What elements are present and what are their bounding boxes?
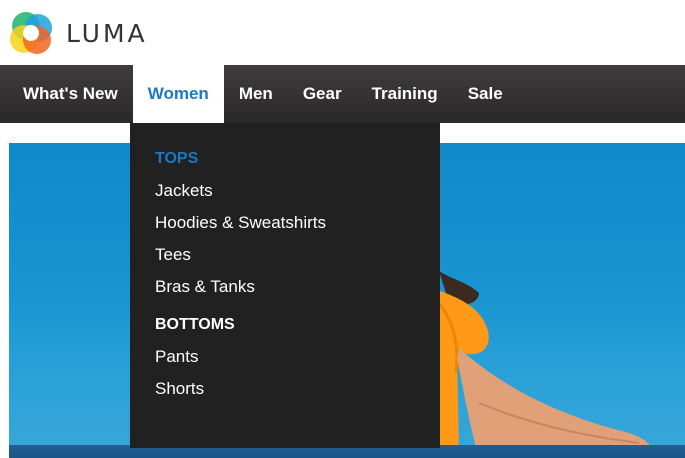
menu-link-jackets[interactable]: Jackets [155, 175, 440, 207]
brand-name: LUMA [66, 18, 148, 48]
tops-heading-link[interactable]: TOPS [155, 149, 440, 169]
nav-item-men[interactable]: Men [224, 65, 288, 123]
bottoms-heading-link[interactable]: BOTTOMS [155, 315, 440, 335]
menu-link-pants[interactable]: Pants [155, 341, 440, 373]
nav-item-training[interactable]: Training [357, 65, 453, 123]
menu-link-shorts[interactable]: Shorts [155, 373, 440, 405]
header: LUMA [0, 0, 685, 65]
nav-item-women[interactable]: Women [132, 65, 224, 123]
menu-link-bras-tanks[interactable]: Bras & Tanks [155, 271, 440, 303]
nav-item-gear[interactable]: Gear [288, 65, 357, 123]
logo-link[interactable]: LUMA [8, 10, 148, 56]
women-dropdown-menu: TOPS Jackets Hoodies & Sweatshirts Tees … [130, 123, 440, 448]
menu-link-hoodies-sweatshirts[interactable]: Hoodies & Sweatshirts [155, 207, 440, 239]
luma-logo-icon [10, 12, 52, 54]
main-navigation: What's New Women Men Gear Training Sale [0, 65, 685, 123]
menu-link-tees[interactable]: Tees [155, 239, 440, 271]
nav-item-whats-new[interactable]: What's New [0, 65, 133, 123]
tops-group: TOPS Jackets Hoodies & Sweatshirts Tees … [130, 149, 440, 303]
bottoms-group: BOTTOMS Pants Shorts [130, 315, 440, 405]
page: LUMA What's New Women Men Gear Training … [0, 0, 685, 458]
nav-item-sale[interactable]: Sale [453, 65, 518, 123]
